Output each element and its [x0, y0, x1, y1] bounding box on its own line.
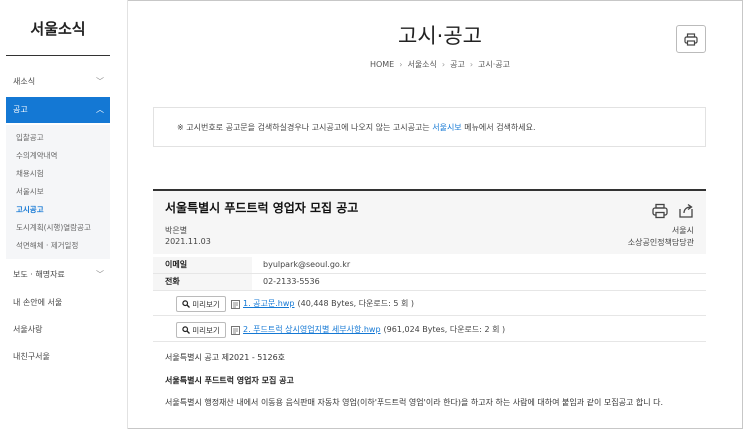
sidebar-item-label: 보도 · 해명자료 — [13, 270, 65, 279]
attachment-link[interactable]: 1. 공고문.hwp — [243, 292, 295, 316]
breadcrumb-separator: › — [399, 60, 403, 69]
article-org: 서울시 — [671, 226, 694, 235]
email-row: 이메일 byulpark@seoul.go.kr — [153, 257, 706, 274]
preview-button[interactable]: 미리보기 — [176, 322, 226, 338]
submenu-item-contract[interactable]: 수의계약내역 — [6, 147, 110, 165]
article-title: 서울특별시 푸드트럭 영업자 모집 공고 — [165, 201, 359, 215]
printer-icon[interactable] — [652, 203, 668, 219]
breadcrumb-seoul-news[interactable]: 서울소식 — [407, 60, 436, 69]
search-icon — [182, 326, 191, 334]
body-paragraph: 서울특별시 행정재산 내에서 이동용 음식판매 자동차 영업(이하'푸드트럭 영… — [165, 398, 664, 407]
sidebar-item-label: 내 손안에 서울 — [13, 298, 63, 307]
breadcrumb-separator: › — [441, 60, 446, 69]
sidebar-submenu: 입찰공고 수의계약내역 채용시험 서울시보 고시공고 도시계획(시행)열람공고 … — [6, 125, 110, 259]
body-heading: 서울특별시 푸드트럭 영업자 모집 공고 — [165, 376, 294, 385]
chevron-up-icon: ︿ — [96, 105, 104, 114]
preview-label: 미리보기 — [192, 299, 220, 309]
sidebar-item-press[interactable]: 보도 · 해명자료 ﹀ — [6, 263, 110, 287]
sidebar-item-my-seoul[interactable]: 내 손안에 서울 — [6, 291, 110, 315]
attachment-link[interactable]: 2. 푸드트럭 상시영업지별 세부사항.hwp — [243, 318, 381, 342]
attachment-meta: (961,024 Bytes, 다운로드: 2 회 ) — [383, 325, 506, 334]
chevron-down-icon: ﹀ — [96, 270, 104, 279]
chevron-down-icon: ﹀ — [96, 77, 104, 86]
sidebar-item-label: 공고 — [13, 105, 28, 114]
gazette-link[interactable]: 서울시보 — [432, 123, 461, 132]
article-header: 서울특별시 푸드트럭 영업자 모집 공고 박은별 2021.11.03 서울시 … — [153, 191, 706, 254]
sidebar-item-label: 내친구서울 — [13, 352, 50, 361]
preview-button[interactable]: 미리보기 — [176, 296, 226, 312]
attachment-meta: (40,448 Bytes, 다운로드: 5 회 ) — [297, 299, 415, 308]
submenu-item-bid[interactable]: 입찰공고 — [6, 129, 110, 147]
file-icon — [231, 299, 240, 309]
attachment-row: 미리보기 2. 푸드트럭 상시영업지별 세부사항.hwp (961,024 By… — [153, 318, 706, 342]
sidebar-title: 서울소식 — [30, 20, 86, 38]
breadcrumb-separator: › — [469, 60, 474, 69]
phone-value: 02-2133-5536 — [263, 277, 320, 286]
notice-suffix: 메뉴에서 검색하세요. — [461, 123, 536, 132]
article-dept: 소상공인정책담당관 — [627, 238, 694, 247]
sidebar-item-friend-seoul[interactable]: 내친구서울 — [6, 345, 110, 369]
attachment-info: 2. 푸드트럭 상시영업지별 세부사항.hwp (961,024 Bytes, … — [231, 318, 505, 342]
email-label: 이메일 — [153, 257, 252, 273]
printer-icon — [684, 32, 698, 46]
sidebar: 서울소식 새소식 ﹀ 공고 ︿ 입찰공고 수의계약내역 채용시험 서울시보 고시… — [0, 0, 128, 429]
phone-label: 전화 — [153, 274, 252, 290]
phone-row: 전화 02-2133-5536 — [153, 274, 706, 291]
submenu-item-recruit[interactable]: 채용시험 — [6, 165, 110, 183]
search-notice: ※ 고시번호로 공고문을 검색하실경우나 고시공고에 나오지 않는 고시공고는 … — [153, 107, 706, 147]
breadcrumb-home[interactable]: HOME — [370, 60, 394, 69]
file-icon — [231, 325, 240, 335]
sidebar-item-announcement[interactable]: 공고 ︿ — [6, 97, 110, 123]
notice-prefix: ※ 고시번호로 공고문을 검색하실경우나 고시공고에 나오지 않는 고시공고는 — [177, 123, 433, 132]
submenu-item-urban-plan[interactable]: 도시계획(시행)열람공고 — [6, 219, 110, 237]
sidebar-item-seoul-love[interactable]: 서울사랑 — [6, 318, 110, 342]
attachment-info: 1. 공고문.hwp (40,448 Bytes, 다운로드: 5 회 ) — [231, 292, 414, 316]
sidebar-item-label: 서울사랑 — [13, 325, 43, 334]
breadcrumb-announcement[interactable]: 공고 — [450, 60, 465, 69]
sidebar-item-news[interactable]: 새소식 ﹀ — [6, 70, 110, 94]
breadcrumb-notice[interactable]: 고시·공고 — [478, 60, 510, 69]
attachment-row: 미리보기 1. 공고문.hwp (40,448 Bytes, 다운로드: 5 회… — [153, 292, 706, 316]
breadcrumb: HOME › 서울소식 › 공고 › 고시·공고 — [260, 59, 620, 70]
sidebar-title-divider — [6, 55, 110, 56]
article-date: 2021.11.03 — [165, 237, 211, 246]
article-actions — [652, 203, 694, 219]
page-title: 고시·공고 — [398, 24, 482, 48]
search-icon — [182, 300, 191, 308]
submenu-item-asbestos[interactable]: 석면해체 · 제거일정 — [6, 237, 110, 255]
email-value: byulpark@seoul.go.kr — [263, 260, 351, 269]
article-author: 박은별 — [165, 226, 188, 235]
notice-number: 서울특별시 공고 제2021 - 5126호 — [165, 353, 286, 362]
print-button[interactable] — [676, 25, 706, 53]
submenu-item-notice[interactable]: 고시공고 — [6, 201, 110, 219]
preview-label: 미리보기 — [192, 325, 220, 335]
sidebar-item-label: 새소식 — [13, 77, 36, 86]
submenu-item-gazette[interactable]: 서울시보 — [6, 183, 110, 201]
share-icon[interactable] — [678, 203, 694, 219]
